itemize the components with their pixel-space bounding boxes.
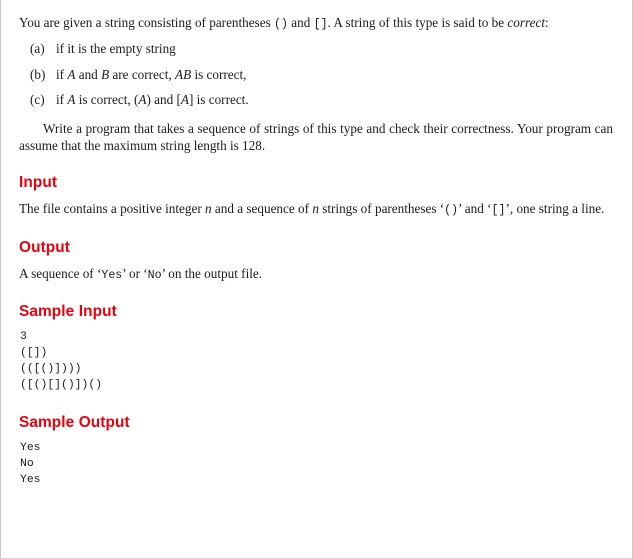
sample-output-line: Yes — [20, 441, 41, 454]
input-description: The file contains a positive integer n a… — [19, 200, 613, 218]
inline-code-parentheses: () — [274, 18, 288, 31]
input-math-n1: n — [205, 201, 212, 217]
sample-output-block: Yes No Yes — [19, 440, 613, 489]
condition-c-math-a3: A — [180, 92, 189, 108]
input-math-n2: n — [312, 201, 319, 217]
condition-text-b: if A and B are correct, AB is correct, — [56, 66, 613, 83]
task-paragraph: Write a program that takes a sequence of… — [19, 120, 613, 153]
sample-input-line: ([]) — [20, 347, 48, 359]
condition-label-a: (a) — [30, 41, 45, 57]
input-text-2: and a sequence of — [211, 201, 313, 217]
section-heading-sample-output: Sample Output — [19, 413, 130, 431]
condition-text-a: if it is the empty string — [56, 40, 613, 57]
intro-text-part2: and — [287, 15, 314, 30]
condition-c-text-3: ) and [ — [146, 92, 181, 108]
intro-text-part1: You are given a string consisting of par… — [19, 15, 275, 30]
document-page: You are given a string consisting of par… — [0, 0, 633, 559]
sample-output-line: Yes — [20, 473, 41, 486]
condition-c-text-1: if — [56, 92, 68, 108]
condition-c-text-2: is correct, ( — [75, 92, 139, 108]
condition-item-b: (b) if A and B are correct, AB is correc… — [19, 66, 613, 83]
condition-label-c: (c) — [30, 92, 45, 108]
section-heading-output: Output — [19, 238, 71, 256]
output-text-3: ’ on the output file. — [161, 265, 263, 281]
sample-output-line: No — [20, 457, 34, 470]
condition-item-c: (c) if A is correct, (A) and [A] is corr… — [19, 91, 613, 108]
output-code-no: No — [147, 268, 162, 282]
condition-c-text-4: ] is correct. — [188, 92, 249, 108]
condition-item-a: (a) if it is the empty string — [19, 40, 613, 57]
condition-b-text-4: is correct, — [191, 66, 247, 82]
sample-input-line: (([()]))) — [20, 363, 82, 376]
input-text-5: ’, one string a line. — [505, 201, 605, 217]
condition-label-b: (b) — [30, 66, 46, 82]
condition-b-math-ab: AB — [175, 66, 192, 82]
condition-b-math-b: B — [101, 66, 110, 82]
intro-text-part3: . A string of this type is said to be — [327, 15, 508, 30]
section-heading-sample-input: Sample Input — [19, 302, 117, 320]
inline-code-brackets: [] — [313, 18, 328, 31]
output-text-1: A sequence of ‘ — [19, 265, 102, 281]
output-text-2: ’ or ‘ — [122, 265, 148, 281]
input-code-parentheses: () — [444, 204, 459, 218]
output-description: A sequence of ‘Yes’ or ‘No’ on the outpu… — [19, 265, 613, 283]
input-text-1: The file contains a positive integer — [19, 201, 206, 217]
input-code-brackets: [] — [491, 204, 506, 218]
condition-a-segment-text: if it is the empty string — [56, 41, 176, 57]
conditions-list: (a) if it is the empty string (b) if A a… — [19, 40, 613, 108]
sample-input-line: ([()[]()])() — [20, 379, 103, 392]
intro-text-part4: : — [544, 15, 549, 30]
intro-paragraph: You are given a string consisting of par… — [19, 14, 613, 32]
condition-text-c: if A is correct, (A) and [A] is correct. — [56, 91, 613, 108]
condition-b-text-3: are correct, — [109, 66, 176, 82]
sample-input-line: 3 — [20, 330, 27, 343]
condition-b-text-2: and — [75, 66, 102, 82]
condition-b-text-1: if — [56, 66, 68, 82]
sample-input-block: 3 ([]) (([()]))) ([()[]()])() — [19, 329, 613, 394]
section-heading-input: Input — [19, 174, 58, 192]
input-text-3: strings of parentheses ‘ — [318, 201, 445, 217]
emphasis-correct: correct — [507, 15, 545, 30]
output-code-yes: Yes — [101, 268, 123, 282]
input-text-4: ’ and ‘ — [458, 201, 492, 217]
